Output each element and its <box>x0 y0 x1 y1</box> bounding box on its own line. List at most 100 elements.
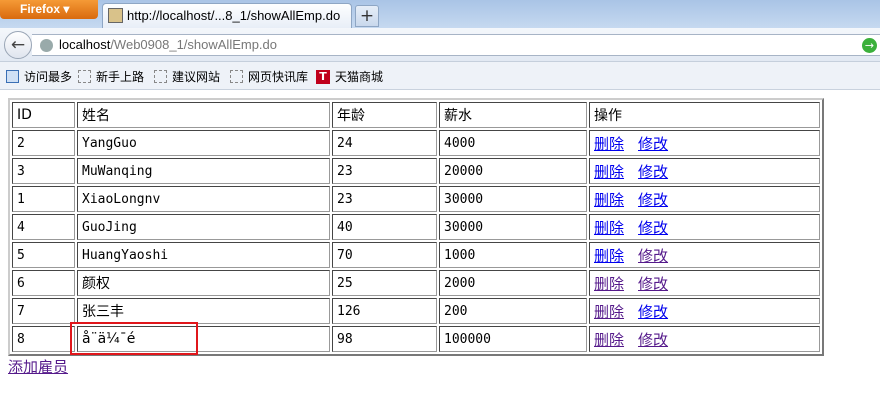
url-host: localhost <box>59 37 111 52</box>
header-name: 姓名 <box>77 102 330 128</box>
cell-age: 70 <box>332 242 437 268</box>
cell-actions: 删除 修改 <box>589 130 820 156</box>
table-row: 6 颜权 25 2000 删除 修改 <box>12 270 820 296</box>
cell-salary: 200 <box>439 298 587 324</box>
header-id: ID <box>12 102 75 128</box>
header-age: 年龄 <box>332 102 437 128</box>
header-actions: 操作 <box>589 102 820 128</box>
firefox-menu-button[interactable]: Firefox ▾ <box>0 0 98 19</box>
cell-salary: 30000 <box>439 186 587 212</box>
tab-active[interactable]: http://localhost/...8_1/showAllEmp.do <box>102 3 352 28</box>
cell-id: 5 <box>12 242 75 268</box>
table-row: 2 YangGuo 24 4000 删除 修改 <box>12 130 820 156</box>
cell-salary: 100000 <box>439 326 587 352</box>
delete-link[interactable]: 删除 <box>594 135 624 153</box>
bookmark-item[interactable]: T 天猫商城 <box>316 68 383 85</box>
cell-name: 张三丰 <box>77 298 330 324</box>
cell-id: 3 <box>12 158 75 184</box>
employee-table: ID 姓名 年龄 薪水 操作 2 YangGuo 24 4000 删除 修改 3 M… <box>8 98 824 356</box>
table-row: 4 GuoJing 40 30000 删除 修改 <box>12 214 820 240</box>
cell-actions: 删除 修改 <box>589 242 820 268</box>
bookmark-label: 网页快讯库 <box>248 70 309 84</box>
table-header-row: ID 姓名 年龄 薪水 操作 <box>12 102 820 128</box>
page-icon <box>230 70 243 83</box>
edit-link[interactable]: 修改 <box>638 191 668 209</box>
cell-id: 8 <box>12 326 75 352</box>
tab-bar: Firefox ▾ http://localhost/...8_1/showAl… <box>0 0 880 28</box>
cell-id: 6 <box>12 270 75 296</box>
cell-salary: 1000 <box>439 242 587 268</box>
cell-name: GuoJing <box>77 214 330 240</box>
url-bar[interactable]: localhost/Web0908_1/showAllEmp.do → <box>32 34 880 56</box>
bookmark-label: 访问最多 <box>24 70 73 84</box>
cell-salary: 30000 <box>439 214 587 240</box>
bookmark-item[interactable]: 建议网站 <box>154 68 220 85</box>
cell-actions: 删除 修改 <box>589 270 820 296</box>
delete-link[interactable]: 删除 <box>594 191 624 209</box>
go-arrow-icon[interactable]: → <box>862 38 877 53</box>
new-tab-button[interactable]: + <box>355 5 379 27</box>
cell-id: 4 <box>12 214 75 240</box>
highlight-box <box>70 322 198 355</box>
cell-age: 23 <box>332 158 437 184</box>
cell-name: 颜权 <box>77 270 330 296</box>
cell-name: XiaoLongnv <box>77 186 330 212</box>
cell-age: 23 <box>332 186 437 212</box>
edit-link[interactable]: 修改 <box>638 275 668 293</box>
cell-actions: 删除 修改 <box>589 326 820 352</box>
back-button[interactable]: ← <box>4 31 32 59</box>
cell-salary: 2000 <box>439 270 587 296</box>
bookmark-label: 天猫商城 <box>335 70 384 84</box>
cell-actions: 删除 修改 <box>589 298 820 324</box>
table-row: 7 张三丰 126 200 删除 修改 <box>12 298 820 324</box>
cell-salary: 4000 <box>439 130 587 156</box>
cell-actions: 删除 修改 <box>589 186 820 212</box>
cell-actions: 删除 修改 <box>589 158 820 184</box>
tab-title: http://localhost/...8_1/showAllEmp.do <box>127 8 341 23</box>
bookmarks-bar: 访问最多 新手上路 建议网站 网页快讯库 T 天猫商城 <box>0 62 880 90</box>
cell-salary: 20000 <box>439 158 587 184</box>
table-row: 5 HuangYaoshi 70 1000 删除 修改 <box>12 242 820 268</box>
edit-link[interactable]: 修改 <box>638 135 668 153</box>
bookmark-label: 新手上路 <box>96 70 145 84</box>
delete-link[interactable]: 删除 <box>594 331 624 349</box>
tmall-icon: T <box>316 69 330 84</box>
bookmark-item[interactable]: 访问最多 <box>6 68 72 85</box>
cell-age: 24 <box>332 130 437 156</box>
add-employee-link[interactable]: 添加雇员 <box>8 356 68 377</box>
cell-age: 25 <box>332 270 437 296</box>
table-row: 1 XiaoLongnv 23 30000 删除 修改 <box>12 186 820 212</box>
page-icon <box>78 70 91 83</box>
table-row: 3 MuWanqing 23 20000 删除 修改 <box>12 158 820 184</box>
delete-link[interactable]: 删除 <box>594 219 624 237</box>
bookmark-item[interactable]: 新手上路 <box>78 68 144 85</box>
cell-age: 126 <box>332 298 437 324</box>
delete-link[interactable]: 删除 <box>594 163 624 181</box>
cell-id: 2 <box>12 130 75 156</box>
cell-age: 98 <box>332 326 437 352</box>
cell-name: YangGuo <box>77 130 330 156</box>
cell-name: MuWanqing <box>77 158 330 184</box>
cell-id: 7 <box>12 298 75 324</box>
cell-actions: 删除 修改 <box>589 214 820 240</box>
globe-icon <box>40 39 53 52</box>
cell-id: 1 <box>12 186 75 212</box>
edit-link[interactable]: 修改 <box>638 247 668 265</box>
navigation-bar: localhost/Web0908_1/showAllEmp.do → ← <box>0 28 880 62</box>
favicon-icon <box>108 8 123 23</box>
delete-link[interactable]: 删除 <box>594 247 624 265</box>
edit-link[interactable]: 修改 <box>638 331 668 349</box>
bookmark-label: 建议网站 <box>172 70 221 84</box>
delete-link[interactable]: 删除 <box>594 303 624 321</box>
page-icon <box>154 70 167 83</box>
url-text: localhost/Web0908_1/showAllEmp.do <box>59 37 277 52</box>
edit-link[interactable]: 修改 <box>638 303 668 321</box>
delete-link[interactable]: 删除 <box>594 275 624 293</box>
bookmark-item[interactable]: 网页快讯库 <box>230 68 308 85</box>
header-salary: 薪水 <box>439 102 587 128</box>
url-path: /Web0908_1/showAllEmp.do <box>110 37 278 52</box>
edit-link[interactable]: 修改 <box>638 163 668 181</box>
cell-name: HuangYaoshi <box>77 242 330 268</box>
most-visited-icon <box>6 70 19 83</box>
edit-link[interactable]: 修改 <box>638 219 668 237</box>
